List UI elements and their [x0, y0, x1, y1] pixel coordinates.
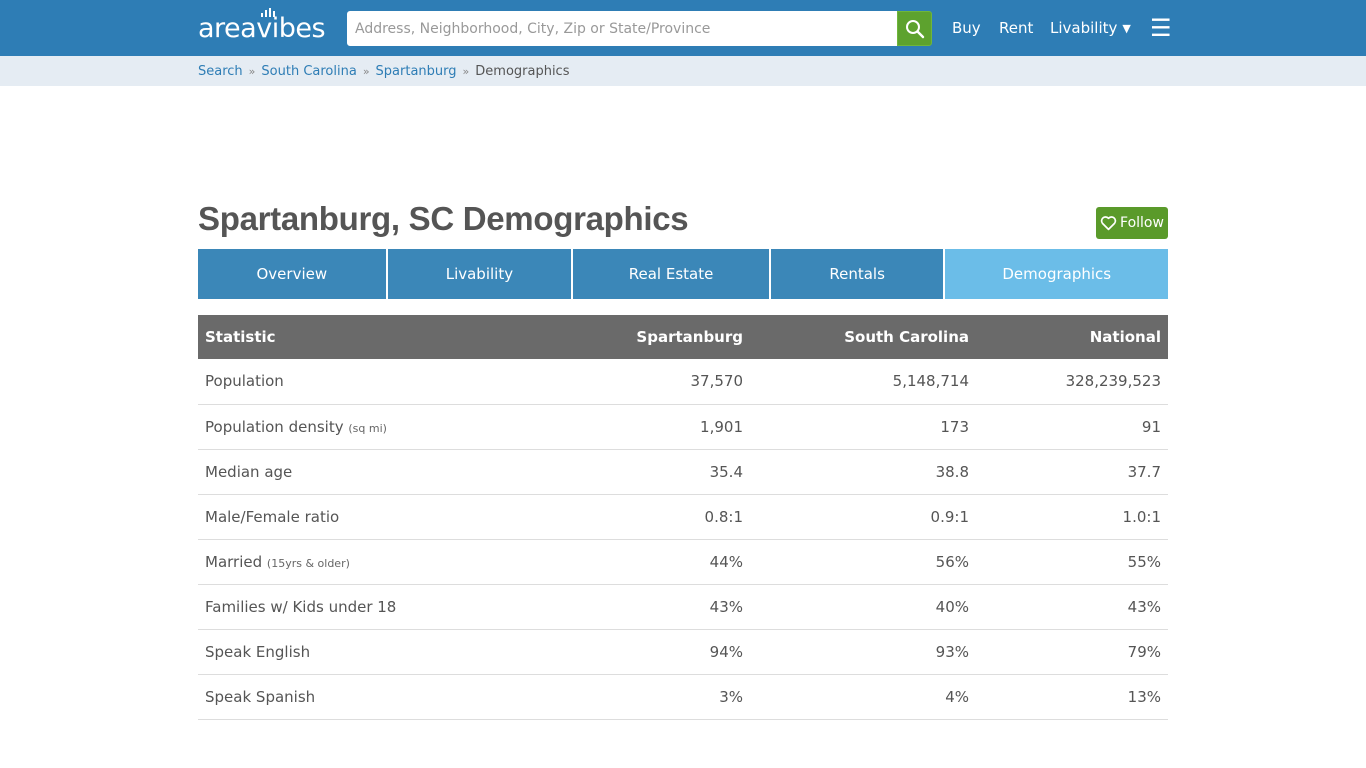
- table-row: Median age 35.4 38.8 37.7: [198, 449, 1168, 495]
- logo-signal-icon: [261, 8, 276, 17]
- hamburger-menu-icon[interactable]: ☰: [1150, 0, 1172, 56]
- tab-demographics[interactable]: Demographics: [945, 249, 1168, 299]
- row-note: (sq mi): [348, 421, 387, 435]
- table-row: Speak Spanish 3% 4% 13%: [198, 674, 1168, 720]
- table-row: Families w/ Kids under 18 43% 40% 43%: [198, 584, 1168, 630]
- breadcrumb-bar: Search » South Carolina » Spartanburg » …: [0, 56, 1366, 86]
- breadcrumb-separator: »: [462, 64, 470, 78]
- cell-spartanburg: 37,570: [558, 359, 750, 405]
- logo-text-area: area: [198, 13, 257, 44]
- tab-real-estate[interactable]: Real Estate: [573, 249, 769, 299]
- cell-spartanburg: 35.4: [558, 449, 750, 495]
- cell-national: 1.0:1: [976, 494, 1168, 540]
- search-button[interactable]: [897, 11, 932, 46]
- cell-spartanburg: 94%: [558, 629, 750, 675]
- breadcrumb-search[interactable]: Search: [198, 64, 243, 79]
- header-south-carolina: South Carolina: [750, 315, 976, 359]
- row-label: Male/Female ratio: [198, 494, 558, 540]
- search-input[interactable]: [347, 11, 897, 46]
- cell-national: 328,239,523: [976, 359, 1168, 405]
- top-navigation-bar: areavibes Buy Rent Livability ▼ ☰: [0, 0, 1366, 56]
- breadcrumb-current: Demographics: [475, 63, 570, 79]
- search-icon: [905, 19, 924, 38]
- caret-down-icon: ▼: [1122, 21, 1131, 35]
- breadcrumb-separator: »: [362, 64, 370, 78]
- row-label: Speak English: [198, 629, 558, 675]
- nav-livability-label: Livability: [1050, 19, 1118, 37]
- cell-spartanburg: 1,901: [558, 404, 750, 450]
- row-label: Population density (sq mi): [198, 404, 558, 450]
- table-row: Population 37,570 5,148,714 328,239,523: [198, 359, 1168, 405]
- row-label: Speak Spanish: [198, 674, 558, 720]
- follow-label: Follow: [1120, 215, 1164, 231]
- row-label: Median age: [198, 449, 558, 495]
- cell-south-carolina: 40%: [750, 584, 976, 630]
- cell-national: 37.7: [976, 449, 1168, 495]
- cell-spartanburg: 44%: [558, 539, 750, 585]
- nav-rent-link[interactable]: Rent: [999, 0, 1033, 56]
- breadcrumb-separator: »: [248, 64, 256, 78]
- cell-national: 91: [976, 404, 1168, 450]
- follow-button[interactable]: Follow: [1096, 207, 1168, 239]
- cell-south-carolina: 38.8: [750, 449, 976, 495]
- cell-south-carolina: 173: [750, 404, 976, 450]
- breadcrumb-south-carolina[interactable]: South Carolina: [261, 64, 356, 79]
- table-row: Population density (sq mi) 1,901 173 91: [198, 404, 1168, 450]
- logo-text-ibes: ibes: [271, 13, 326, 44]
- row-label: Married (15yrs & older): [198, 539, 558, 585]
- cell-spartanburg: 3%: [558, 674, 750, 720]
- header-statistic: Statistic: [198, 315, 558, 359]
- table-row: Male/Female ratio 0.8:1 0.9:1 1.0:1: [198, 494, 1168, 540]
- cell-spartanburg: 43%: [558, 584, 750, 630]
- cell-south-carolina: 4%: [750, 674, 976, 720]
- cell-south-carolina: 5,148,714: [750, 359, 976, 405]
- row-note: (15yrs & older): [266, 556, 350, 570]
- table-row: Speak English 94% 93% 79%: [198, 629, 1168, 675]
- cell-spartanburg: 0.8:1: [558, 494, 750, 540]
- search-bar: [347, 11, 932, 46]
- breadcrumb-spartanburg[interactable]: Spartanburg: [376, 64, 457, 79]
- areavibes-logo[interactable]: area v ibes: [198, 8, 326, 44]
- cell-national: 79%: [976, 629, 1168, 675]
- tab-livability[interactable]: Livability: [387, 249, 572, 299]
- section-tabs: Overview Livability Real Estate Rentals …: [198, 249, 1168, 299]
- cell-national: 55%: [976, 539, 1168, 585]
- page-title: Spartanburg, SC Demographics: [198, 200, 689, 237]
- cell-south-carolina: 56%: [750, 539, 976, 585]
- demographics-table: Statistic Spartanburg South Carolina Nat…: [198, 315, 1168, 720]
- tab-rentals[interactable]: Rentals: [770, 249, 944, 299]
- cell-south-carolina: 0.9:1: [750, 494, 976, 540]
- row-label: Families w/ Kids under 18: [198, 584, 558, 630]
- breadcrumb: Search » South Carolina » Spartanburg » …: [198, 56, 569, 86]
- logo-v: v: [256, 8, 276, 44]
- table-row: Married (15yrs & older) 44% 56% 55%: [198, 539, 1168, 585]
- nav-livability-dropdown[interactable]: Livability ▼: [1050, 0, 1131, 56]
- cell-national: 43%: [976, 584, 1168, 630]
- row-label: Population: [198, 359, 558, 405]
- heart-outline-icon: [1100, 216, 1117, 231]
- header-national: National: [976, 315, 1168, 359]
- cell-south-carolina: 93%: [750, 629, 976, 675]
- nav-buy-link[interactable]: Buy: [952, 0, 981, 56]
- cell-national: 13%: [976, 674, 1168, 720]
- header-spartanburg: Spartanburg: [558, 315, 750, 359]
- table-header-row: Statistic Spartanburg South Carolina Nat…: [198, 315, 1168, 359]
- tab-overview[interactable]: Overview: [198, 249, 386, 299]
